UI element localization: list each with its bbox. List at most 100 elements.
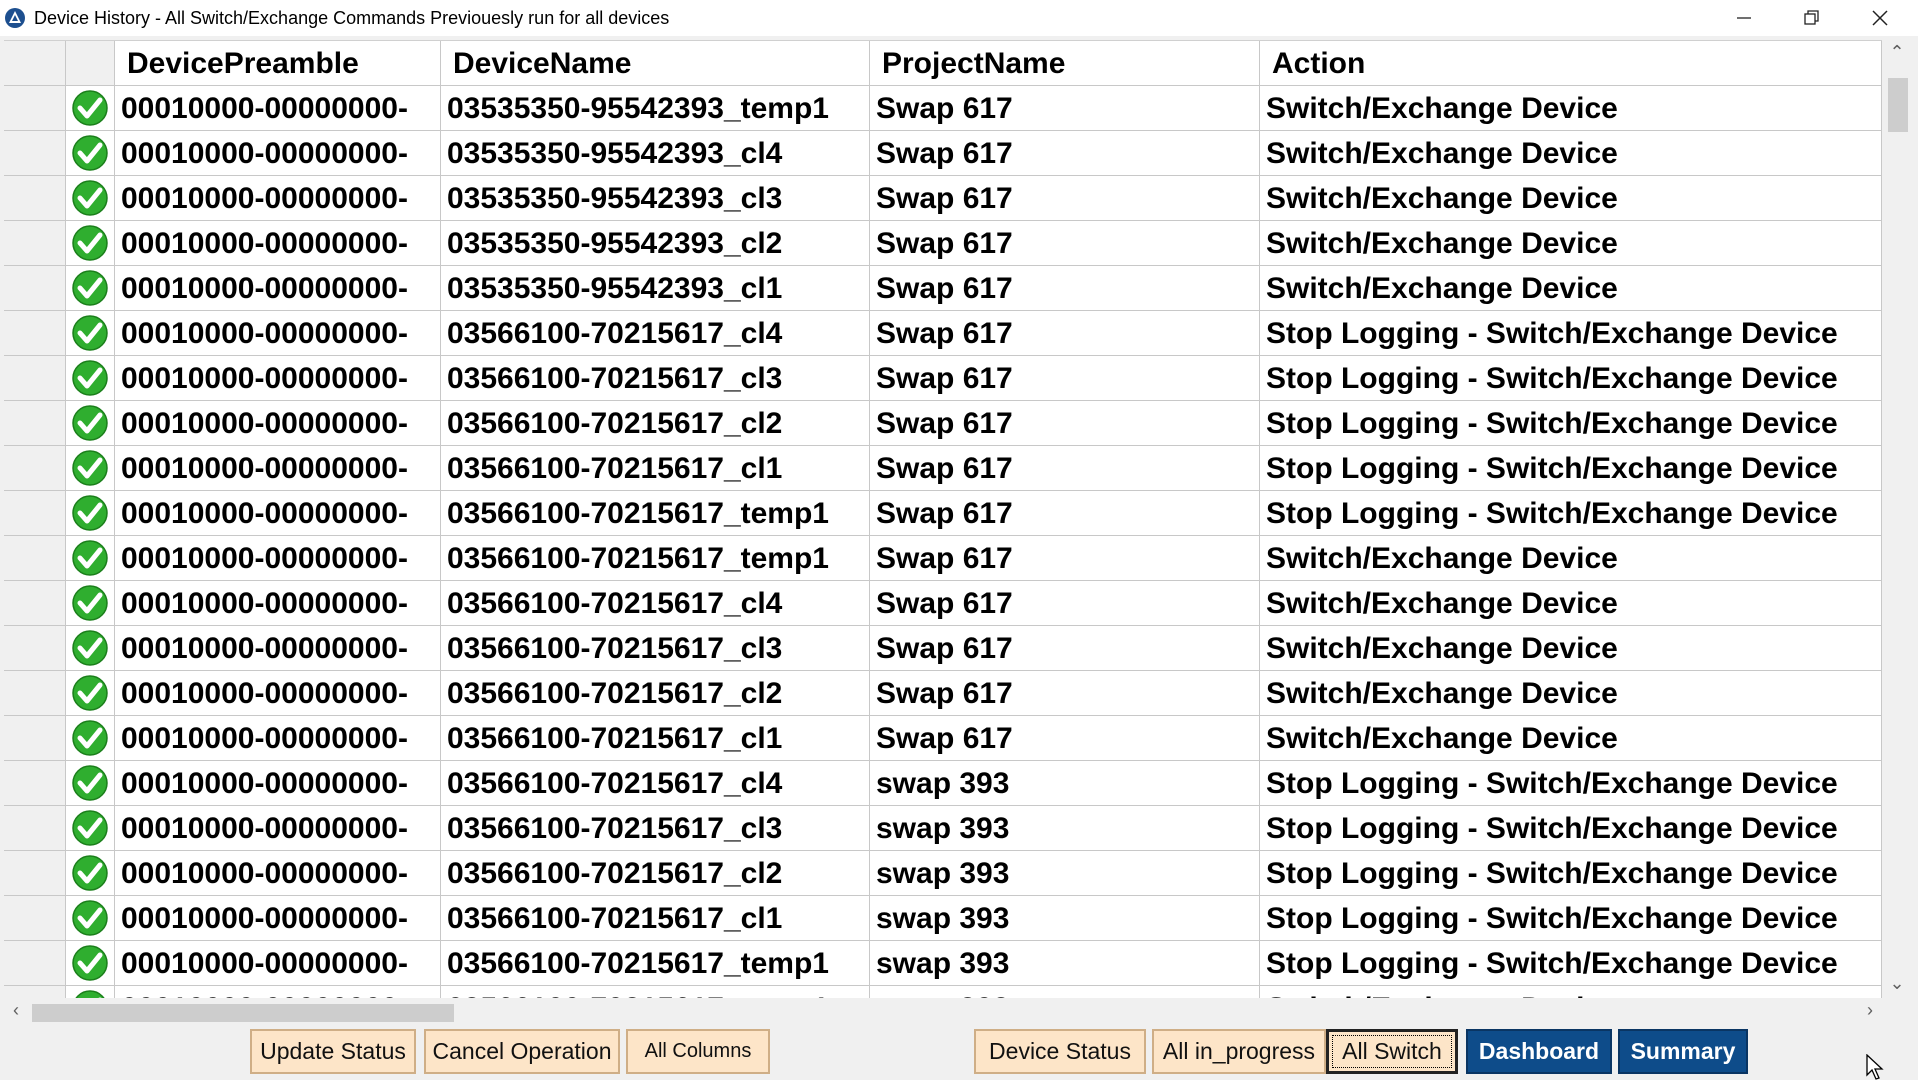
row-selector[interactable] — [4, 446, 66, 491]
table-row[interactable]: 00010000-00000000- 03566100-70215617_cl1 S… — [4, 446, 1882, 491]
table-row[interactable]: 00010000-00000000-03566100-70215617_temp… — [4, 536, 1882, 581]
scroll-up-icon[interactable]: ⌃ — [1882, 42, 1912, 63]
vertical-scroll-thumb[interactable] — [1888, 78, 1908, 132]
table-row[interactable]: 00010000-00000000- 03535350-95542393_temp… — [4, 86, 1882, 131]
column-header-devicepreamble[interactable]: DevicePreamble — [115, 41, 441, 86]
row-selector[interactable] — [4, 221, 66, 266]
status-cell — [66, 356, 115, 401]
device-preamble-cell: 00010000-00000000- — [115, 356, 441, 401]
row-selector[interactable] — [4, 86, 66, 131]
window-title: Device History - All Switch/Exchange Com… — [34, 7, 670, 28]
device-preamble-cell: 00010000-00000000- — [115, 716, 441, 761]
status-cell — [66, 401, 115, 446]
device-name-cell: 03566100-70215617_cl1 — [441, 446, 870, 491]
table-row[interactable]: 00010000-00000000- 03566100-70215617_cl4 S… — [4, 311, 1882, 356]
device-name-cell: 03535350-95542393_cl1 — [441, 266, 870, 311]
table-row[interactable]: 00010000-00000000- 03566100-70215617_cl2 S… — [4, 401, 1882, 446]
action-cell: Stop Logging - Switch/Exchange Device — [1260, 941, 1882, 986]
update-status-button[interactable]: Update Status — [250, 1029, 416, 1074]
device-name-cell: 03566100-70215617_cl4 — [441, 761, 870, 806]
device-preamble-cell: 00010000-00000000- — [115, 176, 441, 221]
table-row[interactable]: 00010000-00000000- 03566100-70215617_cl2 S… — [4, 671, 1882, 716]
row-selector[interactable] — [4, 761, 66, 806]
project-name-cell: Swap 617 — [870, 311, 1260, 356]
device-history-grid[interactable]: DevicePreamble DeviceName ProjectName Ac… — [4, 40, 1882, 999]
row-selector[interactable] — [4, 626, 66, 671]
check-icon — [72, 945, 108, 981]
status-cell — [66, 266, 115, 311]
row-selector[interactable] — [4, 581, 66, 626]
table-row[interactable]: 00010000-00000000- 03566100-70215617_cl3 S… — [4, 626, 1882, 671]
row-selector[interactable] — [4, 356, 66, 401]
device-name-cell: 03566100-70215617_cl4 — [441, 311, 870, 356]
device-name-cell: 03566100-70215617_cl3 — [441, 356, 870, 401]
row-selector[interactable] — [4, 266, 66, 311]
row-selector[interactable] — [4, 176, 66, 221]
row-selector[interactable] — [4, 401, 66, 446]
table-row[interactable]: 00010000-00000000- 03535350-95542393_cl2 S… — [4, 221, 1882, 266]
device-preamble-cell: 00010000-00000000- — [115, 491, 441, 536]
horizontal-scrollbar[interactable]: ‹ › — [4, 998, 1882, 1026]
check-icon — [72, 540, 108, 576]
horizontal-scroll-thumb[interactable] — [32, 1004, 454, 1022]
action-cell: Stop Logging - Switch/Exchange Device — [1260, 491, 1882, 536]
dashboard-button[interactable]: Dashboard — [1466, 1029, 1612, 1074]
device-status-button[interactable]: Device Status — [974, 1029, 1146, 1074]
check-icon — [72, 495, 108, 531]
project-name-cell: Swap 617 — [870, 176, 1260, 221]
row-selector[interactable] — [4, 491, 66, 536]
status-cell — [66, 446, 115, 491]
scroll-right-icon[interactable]: › — [1858, 1000, 1882, 1021]
check-icon — [72, 675, 108, 711]
close-button[interactable] — [1846, 0, 1914, 36]
table-row[interactable]: 00010000-00000000- 03535350-95542393_cl4 S… — [4, 131, 1882, 176]
vertical-scrollbar[interactable]: ⌃ ⌄ — [1882, 40, 1912, 998]
scroll-left-icon[interactable]: ‹ — [4, 1000, 28, 1021]
row-selector[interactable] — [4, 896, 66, 941]
minimize-icon — [1737, 17, 1751, 19]
table-row[interactable]: 00010000-00000000-03566100-70215617_temp… — [4, 941, 1882, 986]
header-status — [66, 41, 115, 86]
action-cell: Stop Logging - Switch/Exchange Device — [1260, 311, 1882, 356]
row-selector[interactable] — [4, 941, 66, 986]
restore-button[interactable] — [1778, 0, 1846, 36]
project-name-cell: Swap 617 — [870, 626, 1260, 671]
table-row[interactable]: 00010000-00000000-03566100-70215617_temp… — [4, 491, 1882, 536]
table-row[interactable]: 00010000-00000000- 03535350-95542393_cl3 S… — [4, 176, 1882, 221]
column-header-action[interactable]: Action — [1260, 41, 1882, 86]
check-icon — [72, 405, 108, 441]
all-switch-button[interactable]: All Switch — [1326, 1029, 1458, 1074]
device-preamble-cell: 00010000-00000000- — [115, 536, 441, 581]
table-row[interactable]: 00010000-00000000- 03566100-70215617_cl2 s… — [4, 851, 1882, 896]
device-name-cell: 03566100-70215617_cl2 — [441, 671, 870, 716]
table-row[interactable]: 00010000-00000000- 03566100-70215617_cl4 s… — [4, 761, 1882, 806]
row-selector[interactable] — [4, 311, 66, 356]
table-row[interactable]: 00010000-00000000- 03566100-70215617_cl3 S… — [4, 356, 1882, 401]
table-row[interactable]: 00010000-00000000- 03566100-70215617_cl4 S… — [4, 581, 1882, 626]
scroll-down-icon[interactable]: ⌄ — [1882, 973, 1912, 994]
row-selector[interactable] — [4, 851, 66, 896]
table-row[interactable]: 00010000-00000000- 03566100-70215617_cl1 s… — [4, 896, 1882, 941]
row-selector[interactable] — [4, 536, 66, 581]
row-selector[interactable] — [4, 806, 66, 851]
status-cell — [66, 761, 115, 806]
cancel-operation-button[interactable]: Cancel Operation — [424, 1029, 620, 1074]
column-header-projectname[interactable]: ProjectName — [870, 41, 1260, 86]
minimize-button[interactable] — [1710, 0, 1778, 36]
row-selector[interactable] — [4, 131, 66, 176]
device-name-cell: 03566100-70215617_cl1 — [441, 716, 870, 761]
summary-button[interactable]: Summary — [1618, 1029, 1748, 1074]
device-preamble-cell: 00010000-00000000- — [115, 221, 441, 266]
table-row[interactable]: 00010000-00000000- 03535350-95542393_cl1 S… — [4, 266, 1882, 311]
action-cell: Stop Logging - Switch/Exchange Device — [1260, 446, 1882, 491]
all-columns-button[interactable]: All Columns — [626, 1029, 770, 1074]
table-row[interactable]: 00010000-00000000- 03566100-70215617_cl3 s… — [4, 806, 1882, 851]
action-cell: Switch/Exchange Device — [1260, 716, 1882, 761]
status-cell — [66, 671, 115, 716]
row-selector[interactable] — [4, 716, 66, 761]
row-selector[interactable] — [4, 671, 66, 716]
table-row[interactable]: 00010000-00000000- 03566100-70215617_cl1 S… — [4, 716, 1882, 761]
column-header-devicename[interactable]: DeviceName — [441, 41, 870, 86]
all-in-progress-button[interactable]: All in_progress — [1152, 1029, 1326, 1074]
status-cell — [66, 581, 115, 626]
